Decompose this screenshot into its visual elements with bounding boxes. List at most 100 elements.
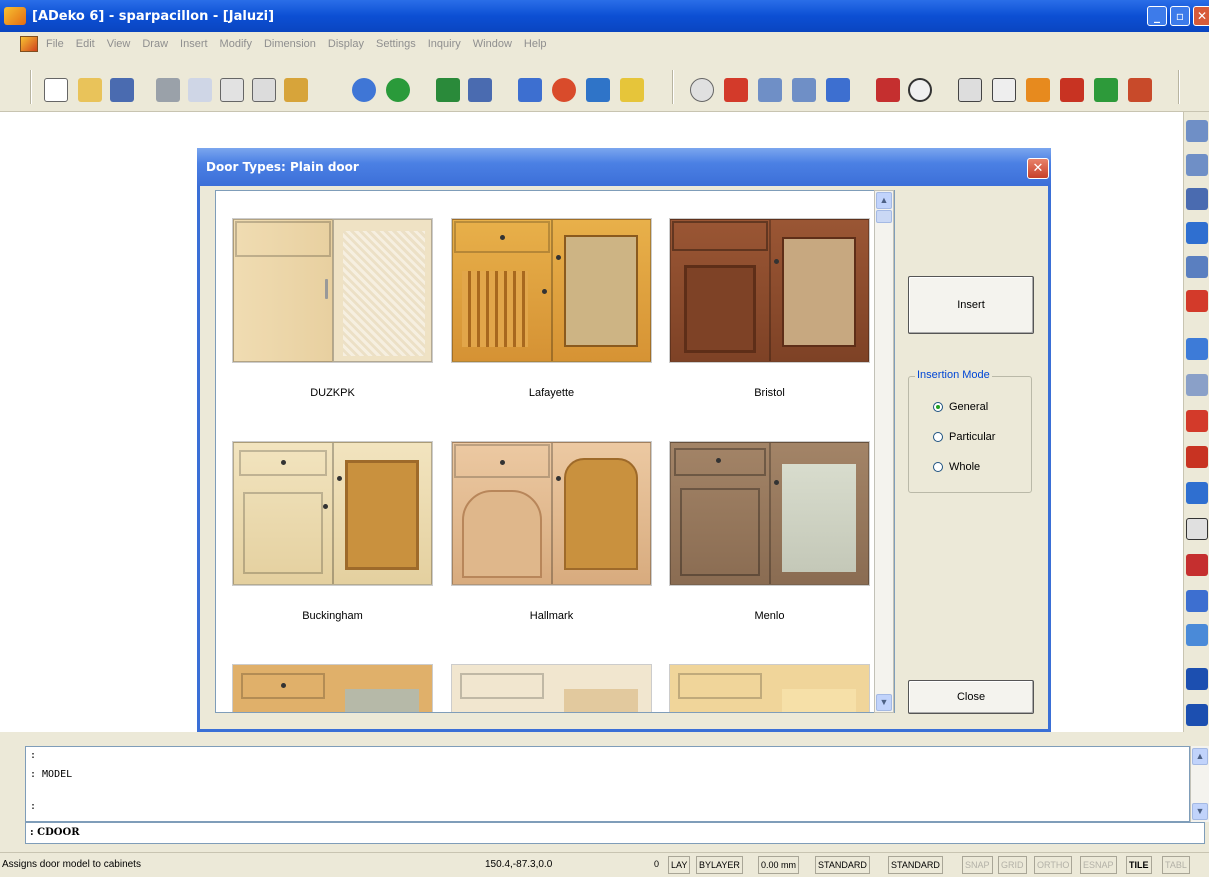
- tile-icon[interactable]: [1186, 624, 1208, 646]
- command-scrollbar[interactable]: ▲ ▼: [1190, 746, 1209, 822]
- status-layer[interactable]: LAY: [668, 856, 691, 874]
- door-item-bristol[interactable]: Bristol: [669, 218, 870, 399]
- menu-file[interactable]: File: [46, 38, 64, 50]
- menu-window[interactable]: Window: [473, 38, 512, 50]
- page-setup-icon[interactable]: [220, 78, 244, 102]
- close-window-button[interactable]: ✕: [1193, 6, 1209, 26]
- radio-selected-icon[interactable]: [933, 402, 943, 412]
- chair-icon[interactable]: [1186, 590, 1208, 612]
- redo-icon[interactable]: [386, 78, 410, 102]
- status-thickness[interactable]: 0.00 mm: [758, 856, 800, 874]
- new-file-icon[interactable]: [44, 78, 68, 102]
- scroll-down-icon[interactable]: ▼: [1192, 803, 1208, 820]
- cabinet-tall-icon[interactable]: [1186, 188, 1208, 210]
- status-table[interactable]: TABL: [1162, 856, 1190, 874]
- scroll-up-icon[interactable]: ▲: [1192, 748, 1208, 765]
- door-item-lafayette[interactable]: Lafayette: [451, 218, 652, 399]
- shelf-icon[interactable]: [1186, 446, 1208, 468]
- report-icon[interactable]: [1186, 668, 1208, 690]
- scroll-up-icon[interactable]: ▲: [876, 192, 892, 209]
- regen-icon[interactable]: [908, 78, 932, 102]
- undo-icon[interactable]: [352, 78, 376, 102]
- material-icon[interactable]: [1094, 78, 1118, 102]
- door-item-partial[interactable]: [669, 664, 870, 712]
- eraser-icon[interactable]: [436, 78, 460, 102]
- door-item-menlo[interactable]: Menlo: [669, 441, 870, 622]
- copy-icon[interactable]: [518, 78, 542, 102]
- save-icon[interactable]: [110, 78, 134, 102]
- print-preview-icon[interactable]: [188, 78, 212, 102]
- view-top-icon[interactable]: [792, 78, 816, 102]
- door-item-buckingham[interactable]: Buckingham: [232, 441, 433, 622]
- menu-view[interactable]: View: [107, 38, 131, 50]
- door-item-partial[interactable]: [451, 664, 652, 712]
- door-item-partial[interactable]: [232, 664, 433, 712]
- print-plan-icon[interactable]: [1186, 704, 1208, 726]
- menu-draw[interactable]: Draw: [142, 38, 168, 50]
- status-ortho[interactable]: ORTHO: [1034, 856, 1073, 874]
- cornice-icon[interactable]: [1186, 482, 1208, 504]
- zoom-icon[interactable]: [690, 78, 714, 102]
- menu-help[interactable]: Help: [524, 38, 547, 50]
- pencil-icon[interactable]: [620, 78, 644, 102]
- menu-settings[interactable]: Settings: [376, 38, 416, 50]
- status-grid[interactable]: GRID: [998, 856, 1027, 874]
- radio-particular[interactable]: Particular: [933, 431, 995, 443]
- block-icon[interactable]: [252, 78, 276, 102]
- door-icon[interactable]: [1186, 290, 1208, 312]
- menu-modify[interactable]: Modify: [220, 38, 252, 50]
- status-snap[interactable]: SNAP: [962, 856, 993, 874]
- layers-icon[interactable]: [876, 78, 900, 102]
- door-list[interactable]: DUZKPK Lafayette Bristol Buckingham Hall…: [215, 190, 895, 713]
- scroll-thumb[interactable]: [876, 210, 892, 223]
- panel-icon[interactable]: [1186, 256, 1208, 278]
- status-cell[interactable]: 0: [652, 856, 661, 874]
- radio-whole[interactable]: Whole: [933, 461, 980, 473]
- radio-icon[interactable]: [933, 432, 943, 442]
- dialog-close-icon[interactable]: ✕: [1027, 158, 1049, 179]
- menu-insert[interactable]: Insert: [180, 38, 208, 50]
- view-front-icon[interactable]: [758, 78, 782, 102]
- rotate-icon[interactable]: [586, 78, 610, 102]
- insert-button[interactable]: Insert: [908, 276, 1034, 334]
- status-esnap[interactable]: ESNAP: [1080, 856, 1117, 874]
- door-item-hallmark[interactable]: Hallmark: [451, 441, 652, 622]
- radio-icon[interactable]: [933, 462, 943, 472]
- cabinet-base-icon[interactable]: [1186, 120, 1208, 142]
- counter-icon[interactable]: [1186, 222, 1208, 244]
- trim-icon[interactable]: [468, 78, 492, 102]
- move-icon[interactable]: [552, 78, 576, 102]
- hidden-icon[interactable]: [992, 78, 1016, 102]
- maximize-button[interactable]: ▫: [1170, 6, 1190, 26]
- close-button[interactable]: Close: [908, 680, 1034, 714]
- minimize-button[interactable]: _: [1147, 6, 1167, 26]
- wireframe-icon[interactable]: [958, 78, 982, 102]
- door-item-duzkpk[interactable]: DUZKPK: [232, 218, 433, 399]
- radio-general[interactable]: General: [933, 401, 988, 413]
- render-icon[interactable]: [1060, 78, 1084, 102]
- status-bylayer[interactable]: BYLAYER: [696, 856, 743, 874]
- wall-icon[interactable]: [1186, 554, 1208, 576]
- door-list-scrollbar[interactable]: ▲ ▼: [874, 190, 894, 713]
- window-icon[interactable]: [1186, 518, 1208, 540]
- status-tile[interactable]: TILE: [1126, 856, 1152, 874]
- export-icon[interactable]: [284, 78, 308, 102]
- appliance-icon[interactable]: [1186, 338, 1208, 360]
- menu-dimension[interactable]: Dimension: [264, 38, 316, 50]
- light-icon[interactable]: [1128, 78, 1152, 102]
- sink-icon[interactable]: [1186, 374, 1208, 396]
- view-plan-icon[interactable]: [826, 78, 850, 102]
- shaded-icon[interactable]: [1026, 78, 1050, 102]
- scroll-down-icon[interactable]: ▼: [876, 694, 892, 711]
- menu-display[interactable]: Display: [328, 38, 364, 50]
- hood-icon[interactable]: [1186, 410, 1208, 432]
- document-icon[interactable]: [20, 36, 38, 52]
- menu-edit[interactable]: Edit: [76, 38, 95, 50]
- open-folder-icon[interactable]: [78, 78, 102, 102]
- command-input[interactable]: : CDOOR: [25, 822, 1205, 844]
- menu-inquiry[interactable]: Inquiry: [428, 38, 461, 50]
- status-dimstyle[interactable]: STANDARD: [888, 856, 943, 874]
- ucs-icon[interactable]: [724, 78, 748, 102]
- cabinet-wall-icon[interactable]: [1186, 154, 1208, 176]
- status-style[interactable]: STANDARD: [815, 856, 870, 874]
